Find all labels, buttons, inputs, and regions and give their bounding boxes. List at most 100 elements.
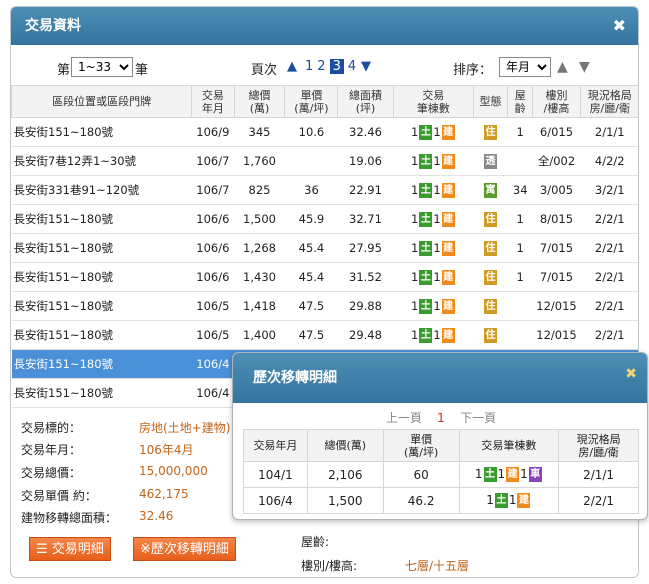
count-value: 1 [433, 182, 441, 197]
car-badge: 車 [528, 467, 542, 482]
table-row[interactable]: 長安街151~180號 106/6 1,268 45.4 27.95 1 土 1 建住 1 7/01… [11, 233, 638, 263]
table-row[interactable]: 長安街151~180號 106/5 1,400 47.5 29.48 1 土 1 建住 12/01… [11, 320, 638, 350]
close-icon[interactable]: ✖ [613, 7, 626, 45]
detail-value-ym: 106年4月 [139, 443, 194, 457]
transaction-detail-button[interactable]: ☰ 交易明細 [29, 537, 111, 561]
history-dialog: 歷次移轉明細 ✖ 上一頁 1 下一頁 交易年月 總價(萬) 單價 (萬/坪) 交易筆棟數… [232, 352, 648, 520]
cell-layout: 2/2/1 [580, 320, 638, 350]
count-value: 1 [486, 493, 494, 507]
page-link-3[interactable]: 3 [329, 59, 344, 74]
cell-type: 住 [473, 117, 508, 147]
cell-ym: 106/4 [191, 349, 235, 379]
history-cell-ym: 106/4 [243, 487, 308, 514]
count-value: 1 [433, 298, 441, 313]
next-page-link[interactable]: 下一頁 [460, 411, 496, 425]
history-cell-total: 1,500 [306, 487, 384, 514]
sort-select[interactable]: 年月 [499, 57, 551, 77]
pager: 1234 [303, 59, 358, 74]
sort-down-icon[interactable]: ▼ [579, 59, 590, 75]
cell-layout: 2/2/1 [580, 291, 638, 321]
page-link-4[interactable]: 4 [348, 59, 356, 74]
cell-unit: 36 [284, 175, 338, 205]
count-value: 1 [410, 182, 419, 197]
count-value: 1 [410, 298, 419, 313]
range-suffix: 筆 [135, 63, 149, 78]
header-cell[interactable]: 單價 (萬/坪) [284, 85, 339, 118]
cell-total: 1,760 [234, 146, 285, 176]
page-link-1[interactable]: 1 [305, 59, 313, 74]
header-cell[interactable]: 區段位置或區段門牌 [11, 85, 193, 118]
history-cell-total: 2,106 [306, 461, 384, 488]
land-badge: 土 [419, 211, 433, 227]
header-cell[interactable]: 總面積 (坪) [337, 85, 394, 118]
count-value: 1 [410, 327, 419, 342]
table-row[interactable]: 長安街151~180號 106/9 345 10.6 32.46 1 土 1 建住 1 6/015 2… [11, 117, 638, 147]
land-badge: 土 [419, 327, 433, 343]
history-cell-unit: 60 [382, 461, 460, 488]
type-badge: 住 [484, 240, 498, 256]
cell-area: 32.46 [337, 117, 394, 147]
page-link-2[interactable]: 2 [317, 59, 325, 74]
cell-total: 825 [234, 175, 285, 205]
cell-age: 1 [507, 204, 533, 234]
page-up-icon[interactable]: ▲ [287, 59, 297, 74]
count-value: 1 [410, 211, 419, 226]
detail-value-total: 15,000,000 [139, 464, 208, 478]
detail-value-floor: 七層/十五層 [405, 559, 470, 573]
cell-ym: 106/7 [191, 146, 235, 176]
dialog-close-icon[interactable]: ✖ [625, 353, 637, 399]
cell-addr: 長安街151~180號 [11, 378, 192, 408]
land-badge: 土 [419, 124, 433, 140]
prev-page-link[interactable]: 上一頁 [386, 411, 422, 425]
cell-unit: 10.6 [284, 117, 338, 147]
history-cell-count: 1土1建1車 [458, 461, 560, 488]
history-header-cell: 總價(萬) [306, 429, 384, 462]
panel-titlebar: 交易資料 ✖ [11, 7, 638, 45]
cell-area: 31.52 [337, 262, 394, 292]
history-button[interactable]: ※歷次移轉明細 [133, 537, 236, 561]
build-badge: 建 [517, 493, 531, 508]
type-badge: 住 [484, 298, 498, 314]
cell-layout: 2/2/1 [580, 262, 638, 292]
cell-total: 1,400 [234, 320, 285, 350]
history-row: 106/4 1,500 46.2 1 土 1 建 2/2/1 [243, 487, 639, 514]
history-cell-layout: 2/1/1 [558, 461, 639, 488]
cell-area: 27.95 [337, 233, 394, 263]
cell-layout: 2/2/1 [580, 204, 638, 234]
cell-count: 1土1建 [393, 146, 474, 176]
range-select[interactable]: 1~33 [71, 57, 133, 77]
header-cell[interactable]: 總價 (萬) [233, 85, 286, 118]
header-cell[interactable]: 屋齡 [506, 85, 534, 118]
cell-age: 34 [507, 175, 533, 205]
header-cell[interactable]: 樓別/樓高 [532, 85, 581, 118]
header-cell[interactable]: 現況格局 房/廳/衛 [579, 85, 638, 118]
cell-layout: 2/1/1 [580, 117, 638, 147]
cell-unit: 45.4 [284, 233, 338, 263]
type-badge: 透 [484, 153, 498, 169]
table-row[interactable]: 長安街151~180號 106/5 1,418 47.5 29.88 1 土 1 建住 12/01… [11, 291, 638, 321]
cell-ym: 106/5 [191, 320, 235, 350]
table-row[interactable]: 長安街331巷91~120號 106/7 825 36 22.91 1 土 1 建寓 34 3/00… [11, 175, 638, 205]
build-badge: 建 [441, 327, 455, 343]
table-row[interactable]: 長安街151~180號 106/6 1,430 45.4 31.52 1 土 1 建住 1 7/01… [11, 262, 638, 292]
sort-up-icon[interactable]: ▲ [557, 59, 568, 75]
header-cell[interactable]: 型態 [473, 85, 508, 118]
history-row: 104/1 2,106 60 1 土 1 建 1 車 2/1/1 [243, 461, 639, 488]
cell-age [507, 146, 533, 176]
history-header-cell: 交易年月 [243, 429, 308, 462]
detail-label-age: 屋齡: [301, 535, 330, 549]
header-cell[interactable]: 交易 筆棟數 [392, 85, 475, 118]
cell-type: 寓 [473, 175, 508, 205]
build-badge: 建 [506, 467, 520, 482]
cell-ym: 106/7 [191, 175, 235, 205]
cell-count: 1土1建 [393, 320, 474, 350]
header-cell[interactable]: 交易 年月 [191, 85, 235, 118]
table-row[interactable]: 長安街151~180號 106/6 1,500 45.9 32.71 1 土 1 建住 1 8/01… [11, 204, 638, 234]
cell-ym: 106/5 [191, 291, 235, 321]
history-header-cell: 單價 (萬/坪) [382, 429, 460, 462]
table-row[interactable]: 長安街7巷12弄1~30號 106/7 1,760 19.06 1 土 1 建透全/002 4/… [11, 146, 638, 176]
build-badge: 建 [441, 124, 455, 140]
count-value: 1 [520, 467, 528, 481]
page-down-icon[interactable]: ▼ [361, 59, 371, 74]
cell-ym: 106/6 [191, 204, 235, 234]
